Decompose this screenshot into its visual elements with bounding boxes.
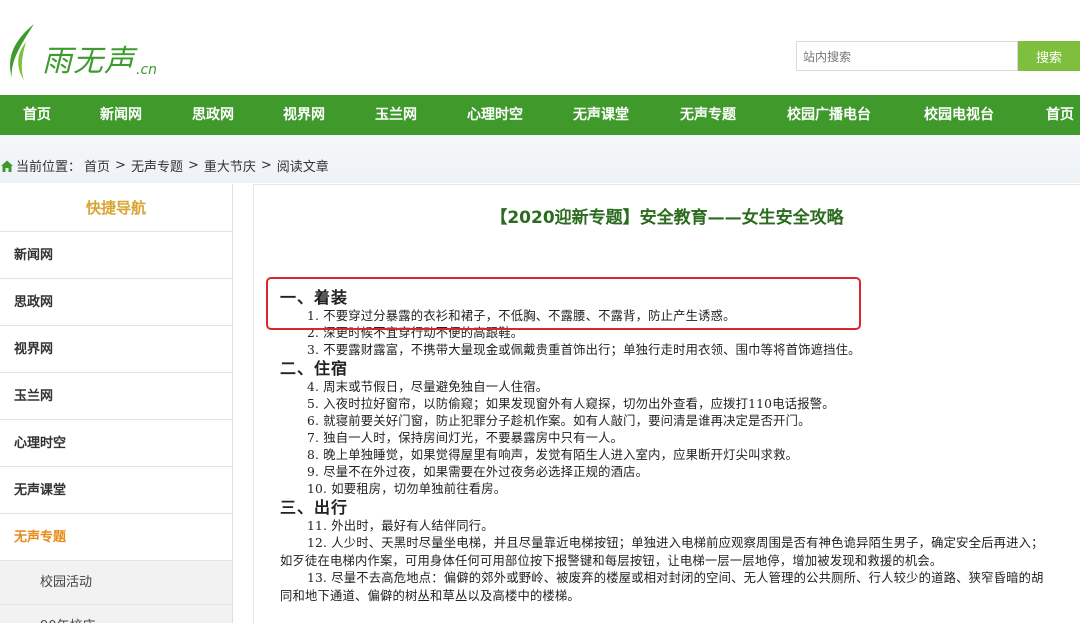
nav-home-2[interactable]: 首页 xyxy=(1046,95,1074,135)
sidebar-subitem-campus-activities[interactable]: 校园活动 xyxy=(0,561,232,605)
sidebar-item-news[interactable]: 新闻网 xyxy=(0,232,232,279)
article-line: 8. 晚上单独睡觉，如果觉得屋里有响声，发觉有陌生人进入室内，应果断开灯尖叫求救… xyxy=(307,448,799,462)
search-input[interactable]: 站内搜索 xyxy=(796,41,1018,71)
breadcrumb-separator: > xyxy=(115,158,126,173)
site-logo[interactable]: 雨无声 .cn xyxy=(4,18,157,84)
nav-classroom[interactable]: 无声课堂 xyxy=(573,95,629,135)
leaf-logo-icon xyxy=(10,24,34,80)
nav-tv[interactable]: 校园电视台 xyxy=(924,95,994,135)
breadcrumb-topics[interactable]: 无声专题 xyxy=(131,156,183,175)
breadcrumb: 当前位置： 首页 > 无声专题 > 重大节庆 > 阅读文章 xyxy=(0,156,329,175)
nav-politics[interactable]: 思政网 xyxy=(192,95,234,135)
nav-psychology[interactable]: 心理时空 xyxy=(467,95,523,135)
article-paragraph: 12. 人少时、天黑时尽量坐电梯，并且尽量靠近电梯按钮；单独进入电梯前应观察周围… xyxy=(280,536,1044,568)
sidebar-item-classroom[interactable]: 无声课堂 xyxy=(0,467,232,514)
article-line: 5. 入夜时拉好窗帘，以防偷窥；如果发现窗外有人窥探，切勿出外查看，应拨打110… xyxy=(307,397,835,411)
sidebar-item-magnolia[interactable]: 玉兰网 xyxy=(0,373,232,420)
article-line: 7. 独自一人时，保持房间灯光，不要暴露房中只有一人。 xyxy=(307,431,624,445)
section-heading: 三、出行 xyxy=(280,498,349,517)
breadcrumb-separator: > xyxy=(260,158,272,173)
article-line: 3. 不要露财露富，不携带大量现金或佩戴贵重首饰出行；单独行走时用衣领、围巾等将… xyxy=(307,343,861,357)
sidebar-item-topics[interactable]: 无声专题 xyxy=(0,514,232,561)
highlight-annotation-box xyxy=(266,277,861,330)
home-icon xyxy=(1,160,13,172)
breadcrumb-label: 当前位置： xyxy=(16,160,82,175)
breadcrumb-separator: > xyxy=(187,158,199,173)
article-title: 【2020迎新专题】安全教育——女生安全攻略 xyxy=(490,208,844,228)
article-line: 4. 周末或节假日，尽量避免独自一人住宿。 xyxy=(307,380,549,394)
nav-home[interactable]: 首页 xyxy=(23,95,51,135)
breadcrumb-festivals[interactable]: 重大节庆 xyxy=(204,156,256,175)
article-paragraph: 13. 尽量不去高危地点：偏僻的郊外或野岭、被废弃的楼屋或相对封闭的空间、无人管… xyxy=(280,571,1044,603)
article-line: 9. 尽量不在外过夜，如果需要在外过夜务必选择正规的酒店。 xyxy=(307,465,649,479)
main-nav: 首页 新闻网 思政网 视界网 玉兰网 心理时空 无声课堂 无声专题 校园广播电台… xyxy=(0,95,1080,135)
article-line: 10. 如要租房，切勿单独前往看房。 xyxy=(307,482,507,496)
section-heading: 二、住宿 xyxy=(280,359,349,378)
nav-vision[interactable]: 视界网 xyxy=(283,95,325,135)
logo-text: 雨无声 xyxy=(42,44,135,79)
article-line: 6. 就寝前要关好门窗，防止犯罪分子趁机作案。如有人敲门，要问清是谁再决定是否开… xyxy=(307,414,811,428)
nav-news[interactable]: 新闻网 xyxy=(100,95,142,135)
breadcrumb-home[interactable]: 首页 xyxy=(84,156,110,175)
quick-nav-sidebar: 快捷导航 新闻网 思政网 视界网 玉兰网 心理时空 无声课堂 无声专题 校园活动… xyxy=(0,184,233,623)
search-button[interactable]: 搜索 xyxy=(1018,41,1080,71)
site-header: 雨无声 .cn 站内搜索 搜索 xyxy=(0,0,1080,92)
logo-suffix: .cn xyxy=(136,62,158,78)
sidebar-item-vision[interactable]: 视界网 xyxy=(0,326,232,373)
nav-topics[interactable]: 无声专题 xyxy=(680,95,736,135)
article-line: 11. 外出时，最好有人结伴同行。 xyxy=(307,519,494,533)
nav-radio[interactable]: 校园广播电台 xyxy=(787,95,871,135)
breadcrumb-current: 阅读文章 xyxy=(276,160,329,175)
sidebar-item-politics[interactable]: 思政网 xyxy=(0,279,232,326)
article-body: 一、着装 1. 不要穿过分暴露的衣衫和裙子，不低胸、不露腰、不露背，防止产生诱惑… xyxy=(280,288,1060,605)
sidebar-item-psychology[interactable]: 心理时空 xyxy=(0,420,232,467)
sidebar-subitem-anniversary[interactable]: 90年校庆 xyxy=(0,605,232,623)
nav-magnolia[interactable]: 玉兰网 xyxy=(375,95,417,135)
